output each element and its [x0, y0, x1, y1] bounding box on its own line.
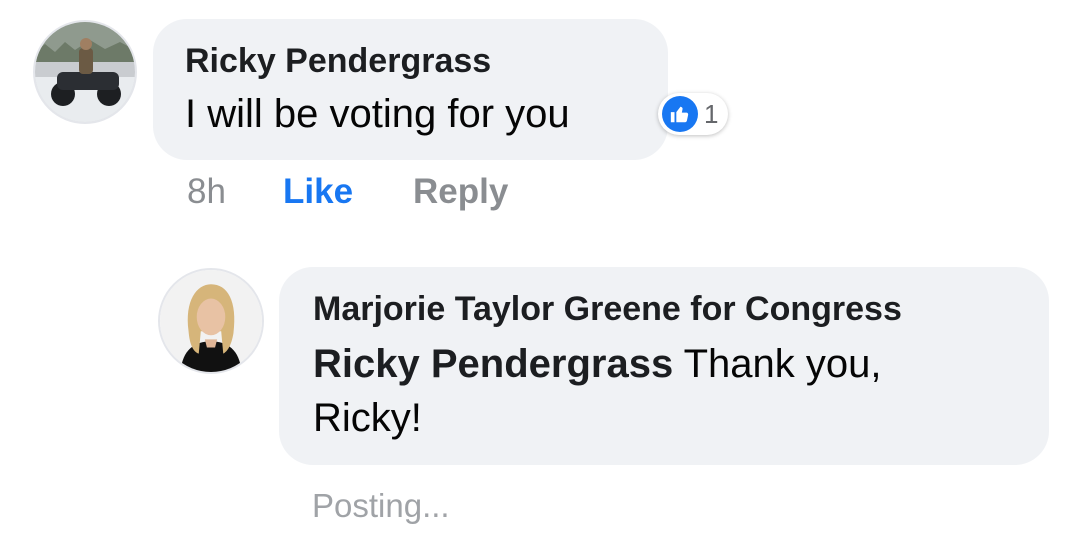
comment-author[interactable]: Ricky Pendergrass: [185, 41, 636, 81]
atv-photo-icon: [35, 22, 135, 122]
comment-timestamp[interactable]: 8h: [187, 170, 226, 214]
reply-author[interactable]: Marjorie Taylor Greene for Congress: [313, 289, 1015, 329]
like-button[interactable]: Like: [283, 170, 353, 214]
comment-text: I will be voting for you: [185, 92, 570, 136]
comment-bubble: Ricky Pendergrass I will be voting for y…: [153, 19, 668, 160]
profile-photo-icon: [160, 270, 262, 372]
reaction-count: 1: [704, 98, 719, 129]
page-avatar[interactable]: [158, 268, 264, 374]
reply-button[interactable]: Reply: [413, 170, 508, 214]
reply-text-line2: Ricky!: [313, 396, 422, 440]
reply-bubble: Marjorie Taylor Greene for Congress Rick…: [279, 267, 1049, 465]
reply-text-line1: Thank you,: [673, 342, 882, 386]
reply-mention[interactable]: Ricky Pendergrass: [313, 342, 673, 386]
thumbs-up-icon: [662, 96, 698, 132]
reply-text: Ricky Pendergrass Thank you, Ricky!: [313, 337, 1015, 445]
posting-status: Posting...: [312, 487, 450, 524]
commenter-avatar[interactable]: [33, 20, 137, 124]
reaction-summary[interactable]: 1: [658, 93, 729, 135]
